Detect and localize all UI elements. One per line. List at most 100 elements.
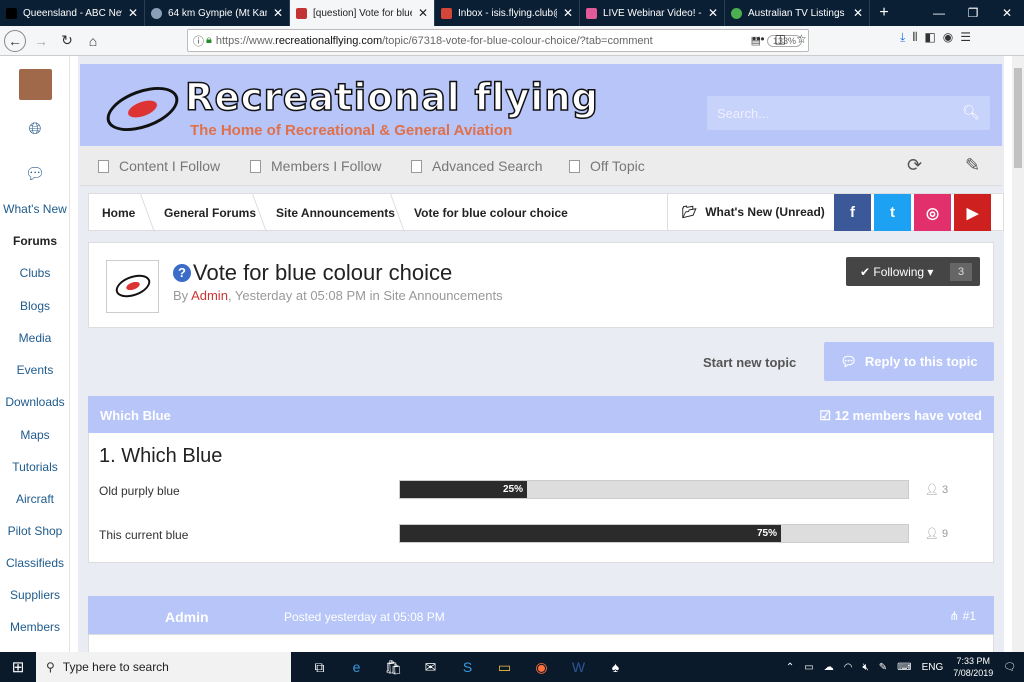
browser-tab[interactable]: Australian TV Listings Gu ✕ <box>725 0 870 26</box>
author-link[interactable]: Admin <box>191 288 228 303</box>
instagram-icon[interactable]: ◎ <box>914 194 951 231</box>
account-icon[interactable]: ◉ <box>943 30 953 45</box>
chevron-up-icon[interactable]: ⌃ <box>786 662 794 673</box>
solitaire-icon[interactable]: ♠ <box>597 659 634 676</box>
store-icon[interactable]: 🛍︎ <box>375 659 412 676</box>
language-indicator[interactable]: ENG <box>922 662 944 673</box>
home-icon[interactable]: ⌂ <box>82 30 104 52</box>
battery-icon[interactable]: ▭ <box>804 662 813 673</box>
notifications-icon[interactable]: 🗨︎ <box>1003 662 1016 673</box>
post-date[interactable]: Posted yesterday at 05:08 PM <box>284 610 445 624</box>
breadcrumb-general-forums[interactable]: General Forums <box>164 206 256 220</box>
window-controls: — ❐ ✕ <box>922 0 1024 26</box>
close-tab-icon[interactable]: ✕ <box>563 6 573 20</box>
reload-icon[interactable]: ↻ <box>56 30 78 52</box>
mail-icon[interactable]: ✉ <box>412 659 449 676</box>
close-tab-icon[interactable]: ✕ <box>708 6 718 20</box>
close-tab-icon[interactable]: ✕ <box>273 6 283 20</box>
bookmark-star-icon[interactable]: ☆ <box>796 32 807 46</box>
sidebar-item-events[interactable]: Events <box>0 363 70 377</box>
sidebar-item-media[interactable]: Media <box>0 331 70 345</box>
firefox-icon[interactable]: ◉ <box>523 659 560 676</box>
wifi-icon[interactable]: ◠ <box>844 662 853 673</box>
page-scrollbar[interactable] <box>1012 56 1024 652</box>
browser-tab[interactable]: Inbox - isis.flying.club@g ✕ <box>435 0 580 26</box>
sidebar-item-aircraft[interactable]: Aircraft <box>0 492 70 506</box>
new-tab-button[interactable]: + <box>870 0 898 26</box>
share-icon[interactable]: ⋔ <box>949 609 959 623</box>
library-icon[interactable]: ⫴ <box>912 30 917 45</box>
nav-advanced-search[interactable]: Advanced Search <box>411 158 543 174</box>
close-tab-icon[interactable]: ✕ <box>418 6 428 20</box>
sidebar-item-downloads[interactable]: Downloads <box>0 395 70 409</box>
sidebar-item-whats-new[interactable]: What's New <box>0 202 70 216</box>
sidebar-item-suppliers[interactable]: Suppliers <box>0 588 70 602</box>
browser-tab[interactable]: Queensland - ABC News ✕ <box>0 0 145 26</box>
pen-icon[interactable]: ✎ <box>879 662 887 673</box>
browser-tab[interactable]: 64 km Gympie (Mt Kanig ✕ <box>145 0 290 26</box>
sidebar-item-clubs[interactable]: Clubs <box>0 266 70 280</box>
sidebar-icon[interactable]: ◧ <box>924 30 935 45</box>
browser-tab[interactable]: LIVE Webinar Video! - Ar ✕ <box>580 0 725 26</box>
breadcrumb-site-announcements[interactable]: Site Announcements <box>276 206 395 220</box>
close-tab-icon[interactable]: ✕ <box>853 6 863 20</box>
sidebar-item-tutorials[interactable]: Tutorials <box>0 460 70 474</box>
breadcrumb-home[interactable]: Home <box>102 206 135 220</box>
sidebar-item-forums[interactable]: Forums <box>0 234 70 248</box>
browser-tab-active[interactable]: [question] Vote for blue ✕ <box>290 0 435 26</box>
whats-new-unread-link[interactable]: 📂︎ What's New (Unread) <box>667 194 837 230</box>
refresh-icon[interactable]: ⟳ <box>907 155 922 176</box>
nav-members-i-follow[interactable]: Members I Follow <box>250 158 381 174</box>
author-avatar[interactable] <box>106 260 159 313</box>
close-tab-icon[interactable]: ✕ <box>128 6 138 20</box>
following-button[interactable]: ✔ Following ▾ 3 <box>846 257 980 286</box>
reply-to-topic-button[interactable]: 💬︎ Reply to this topic <box>824 342 994 381</box>
user-avatar[interactable] <box>19 69 52 100</box>
word-icon[interactable]: W <box>560 659 597 676</box>
nav-content-i-follow[interactable]: Content I Follow <box>98 158 220 174</box>
site-title[interactable]: Recreational flying <box>184 75 599 120</box>
task-view-icon[interactable]: ⧉ <box>301 659 338 676</box>
sidebar-item-classifieds[interactable]: Classifieds <box>0 556 70 570</box>
windows-start-icon[interactable]: ⊞ <box>0 652 36 682</box>
back-icon[interactable]: ← <box>4 29 26 52</box>
restore-icon[interactable]: ❐ <box>956 0 990 26</box>
post-number[interactable]: ⋔ #1 <box>949 609 976 623</box>
edge-icon[interactable]: e <box>338 659 375 676</box>
brush-icon[interactable]: ✎ <box>965 155 980 176</box>
forward-icon[interactable]: → <box>30 30 52 52</box>
address-bar[interactable]: ⓘ 🔒︎ https://www.recreationalflying.com/… <box>187 29 809 52</box>
taskbar-search-input[interactable]: ⚲ Type here to search <box>36 652 291 682</box>
globe-icon[interactable]: 🌐︎ <box>25 121 45 141</box>
sidebar-item-blogs[interactable]: Blogs <box>0 299 70 313</box>
search-icon[interactable]: 🔍︎ <box>962 104 980 121</box>
chat-icon[interactable]: 💬︎ <box>25 164 45 184</box>
search-input[interactable]: Search... 🔍︎ <box>707 96 990 130</box>
more-actions-icon[interactable]: ••• <box>752 32 765 46</box>
twitter-icon[interactable]: t <box>874 194 911 231</box>
minimize-icon[interactable]: — <box>922 0 956 26</box>
post-author[interactable]: Admin <box>165 609 209 625</box>
menu-icon[interactable]: ☰ <box>960 30 971 45</box>
keyboard-icon[interactable]: ⌨ <box>897 662 911 673</box>
download-icon[interactable]: ⤓ <box>900 30 905 45</box>
file-explorer-icon[interactable]: ▭ <box>486 659 523 676</box>
site-logo-icon[interactable] <box>100 78 185 140</box>
clock[interactable]: 7:33 PM 7/08/2019 <box>953 655 993 679</box>
onedrive-icon[interactable]: ☁ <box>824 662 834 673</box>
poll-percent: 75% <box>757 528 778 539</box>
close-window-icon[interactable]: ✕ <box>990 0 1024 26</box>
nav-off-topic[interactable]: Off Topic <box>569 158 645 174</box>
start-new-topic-button[interactable]: Start new topic <box>703 355 796 370</box>
sidebar-item-members[interactable]: Members <box>0 620 70 634</box>
volume-mute-icon[interactable]: 🔇︎ <box>862 662 868 673</box>
facebook-icon[interactable]: f <box>834 194 871 231</box>
sidebar-item-maps[interactable]: Maps <box>0 428 70 442</box>
skype-icon[interactable]: S <box>449 659 486 676</box>
topic-title: Vote for blue colour choice <box>193 260 453 285</box>
sidebar-item-pilot-shop[interactable]: Pilot Shop <box>0 524 70 538</box>
pocket-icon[interactable]: ◫ <box>775 32 786 46</box>
info-icon[interactable]: ⓘ <box>193 33 204 49</box>
scrollbar-thumb[interactable] <box>1014 68 1022 168</box>
youtube-icon[interactable]: ▶ <box>954 194 991 231</box>
